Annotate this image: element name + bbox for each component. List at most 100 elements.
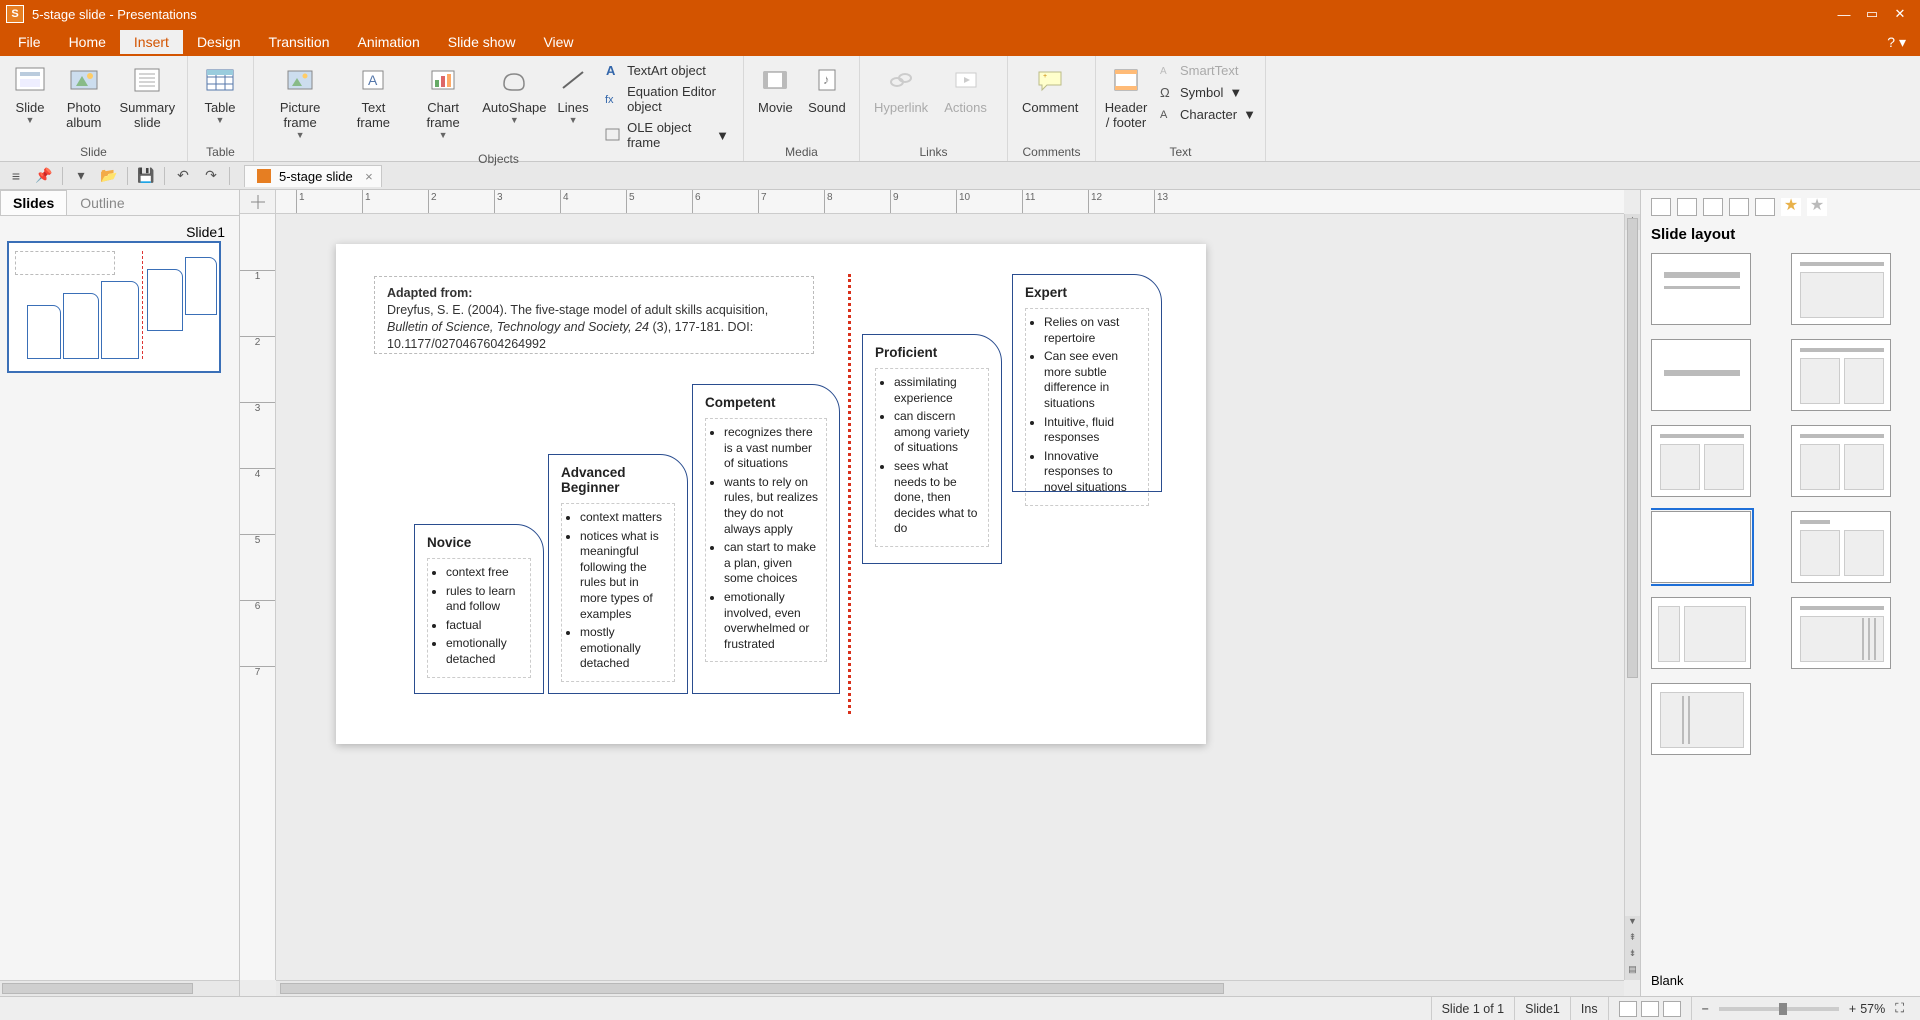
stage-novice[interactable]: Novice context free rules to learn and f… — [414, 524, 544, 694]
qa-undo-icon[interactable]: ↶ — [171, 165, 195, 187]
layout-view-icon-2[interactable] — [1677, 198, 1697, 216]
stage-expert[interactable]: Expert Relies on vast repertoire Can see… — [1012, 274, 1162, 492]
help-button[interactable]: ? ▾ — [1877, 30, 1916, 55]
list-item: can start to make a plan, given some cho… — [724, 540, 820, 587]
layout-option[interactable] — [1791, 511, 1891, 583]
stage-advanced[interactable]: Advanced Beginner context matters notice… — [548, 454, 688, 694]
photo-album-button[interactable]: Photo album — [54, 60, 114, 132]
picture-frame-button[interactable]: Picture frame ▼ — [260, 60, 340, 142]
status-slide-of: Slide 1 of 1 — [1431, 997, 1515, 1020]
menu-view[interactable]: View — [529, 30, 587, 54]
textart-button[interactable]: A TextArt object — [605, 62, 729, 78]
list-item: can discern among variety of situations — [894, 409, 982, 456]
star-outline-icon[interactable]: ★ — [1807, 198, 1827, 216]
menu-transition[interactable]: Transition — [255, 30, 344, 54]
sound-icon: ♪ — [809, 62, 845, 98]
tab-slides[interactable]: Slides — [0, 190, 67, 215]
character-button[interactable]: A Character ▼ — [1158, 106, 1256, 122]
star-icon[interactable]: ★ — [1781, 198, 1801, 216]
layout-option[interactable] — [1651, 339, 1751, 411]
lines-button[interactable]: Lines▼ — [549, 60, 597, 127]
document-tab[interactable]: 5-stage slide × — [244, 165, 382, 187]
qa-new-icon[interactable]: ▾ — [69, 165, 93, 187]
reference-text-box[interactable]: Adapted from: Dreyfus, S. E. (2004). The… — [374, 276, 814, 354]
ole-button[interactable]: OLE object frame ▼ — [605, 120, 729, 150]
tab-outline[interactable]: Outline — [67, 190, 137, 215]
maximize-button[interactable]: ▭ — [1858, 6, 1886, 22]
left-panel-scrollbar[interactable] — [0, 980, 239, 996]
layout-view-icon-3[interactable] — [1703, 198, 1723, 216]
menu-slideshow[interactable]: Slide show — [434, 30, 530, 54]
layout-option-blank[interactable] — [1651, 511, 1751, 583]
reference-line1: Dreyfus, S. E. (2004). The five-stage mo… — [387, 303, 768, 317]
autoshape-label: AutoShape — [482, 100, 546, 115]
comment-button[interactable]: + Comment — [1014, 60, 1086, 117]
table-button[interactable]: Table▼ — [194, 60, 246, 127]
layout-option[interactable] — [1651, 425, 1751, 497]
layout-option[interactable] — [1791, 339, 1891, 411]
stage-proficient[interactable]: Proficient assimilating experience can d… — [862, 334, 1002, 564]
view-show-icon[interactable] — [1663, 1001, 1681, 1017]
close-button[interactable]: ✕ — [1886, 6, 1914, 22]
menu-animation[interactable]: Animation — [343, 30, 433, 54]
list-item: Can see even more subtle difference in s… — [1044, 349, 1142, 411]
svg-text:A: A — [606, 63, 616, 78]
menu-file[interactable]: File — [4, 30, 55, 54]
menu-home[interactable]: Home — [55, 30, 120, 54]
status-bar: Slide 1 of 1 Slide1 Ins − + 57% ⛶ — [0, 996, 1920, 1020]
view-sorter-icon[interactable] — [1641, 1001, 1659, 1017]
canvas-vertical-scrollbar[interactable]: ▲ ▼ ⇞ ⇟ ▤ — [1624, 214, 1640, 980]
app-icon: S — [6, 5, 24, 23]
character-icon: A — [1158, 106, 1174, 122]
layout-option[interactable] — [1791, 425, 1891, 497]
document-tab-close-icon[interactable]: × — [365, 169, 373, 184]
layout-view-icon-5[interactable] — [1755, 198, 1775, 216]
layout-grid — [1651, 253, 1910, 965]
horizontal-ruler[interactable]: 112345678910111213 — [276, 190, 1624, 214]
qa-open-icon[interactable]: 📂 — [97, 165, 121, 187]
menu-design[interactable]: Design — [183, 30, 255, 54]
slide-thumbnail[interactable] — [8, 242, 220, 372]
sound-button[interactable]: ♪ Sound — [801, 60, 853, 117]
vertical-ruler[interactable]: 1234567 — [240, 214, 276, 980]
zoom-in-icon[interactable]: + — [1849, 1002, 1856, 1016]
chart-frame-button[interactable]: Chart frame ▼ — [407, 60, 480, 142]
movie-button[interactable]: Movie — [750, 60, 801, 117]
stage-competent[interactable]: Competent recognizes there is a vast num… — [692, 384, 840, 694]
zoom-fit-icon[interactable]: ⛶ — [1895, 1001, 1904, 1016]
layout-option[interactable] — [1651, 683, 1751, 755]
autoshape-button[interactable]: AutoShape▼ — [480, 60, 549, 127]
header-footer-button[interactable]: Header / footer — [1102, 60, 1150, 132]
zoom-slider[interactable] — [1719, 1007, 1839, 1011]
stage-competent-list: recognizes there is a vast number of sit… — [705, 418, 827, 662]
layout-option[interactable] — [1791, 253, 1891, 325]
slide-page[interactable]: Adapted from: Dreyfus, S. E. (2004). The… — [336, 244, 1206, 744]
layout-view-icon-1[interactable] — [1651, 198, 1671, 216]
qa-redo-icon[interactable]: ↷ — [199, 165, 223, 187]
slide-button[interactable]: Slide▼ — [6, 60, 54, 127]
symbol-button[interactable]: Ω Symbol ▼ — [1158, 84, 1256, 100]
symbol-icon: Ω — [1158, 84, 1174, 100]
layout-option[interactable] — [1791, 597, 1891, 669]
menu-insert[interactable]: Insert — [120, 30, 183, 54]
qa-save-icon[interactable]: 💾 — [134, 165, 158, 187]
minimize-button[interactable]: — — [1830, 7, 1858, 22]
canvas-viewport[interactable]: Adapted from: Dreyfus, S. E. (2004). The… — [276, 214, 1624, 980]
layout-option[interactable] — [1651, 597, 1751, 669]
slide-layout-title: Slide layout — [1651, 226, 1910, 243]
layout-option[interactable] — [1651, 253, 1751, 325]
zoom-out-icon[interactable]: − — [1702, 1002, 1709, 1016]
view-normal-icon[interactable] — [1619, 1001, 1637, 1017]
canvas-horizontal-scrollbar[interactable] — [276, 980, 1624, 996]
ribbon: Slide▼ Photo album Summary slide Slide T… — [0, 56, 1920, 162]
summary-slide-button[interactable]: Summary slide — [114, 60, 181, 132]
layout-view-icon-4[interactable] — [1729, 198, 1749, 216]
ole-icon — [605, 127, 621, 143]
stage-expert-title: Expert — [1025, 285, 1149, 300]
equation-button[interactable]: fx Equation Editor object — [605, 84, 729, 114]
group-label-slide: Slide — [0, 145, 187, 161]
autoshape-icon — [496, 62, 532, 98]
text-frame-button[interactable]: A Text frame — [340, 60, 406, 132]
qa-menu-icon[interactable]: ≡ — [4, 165, 28, 187]
qa-pin-icon[interactable]: 📌 — [32, 165, 56, 187]
